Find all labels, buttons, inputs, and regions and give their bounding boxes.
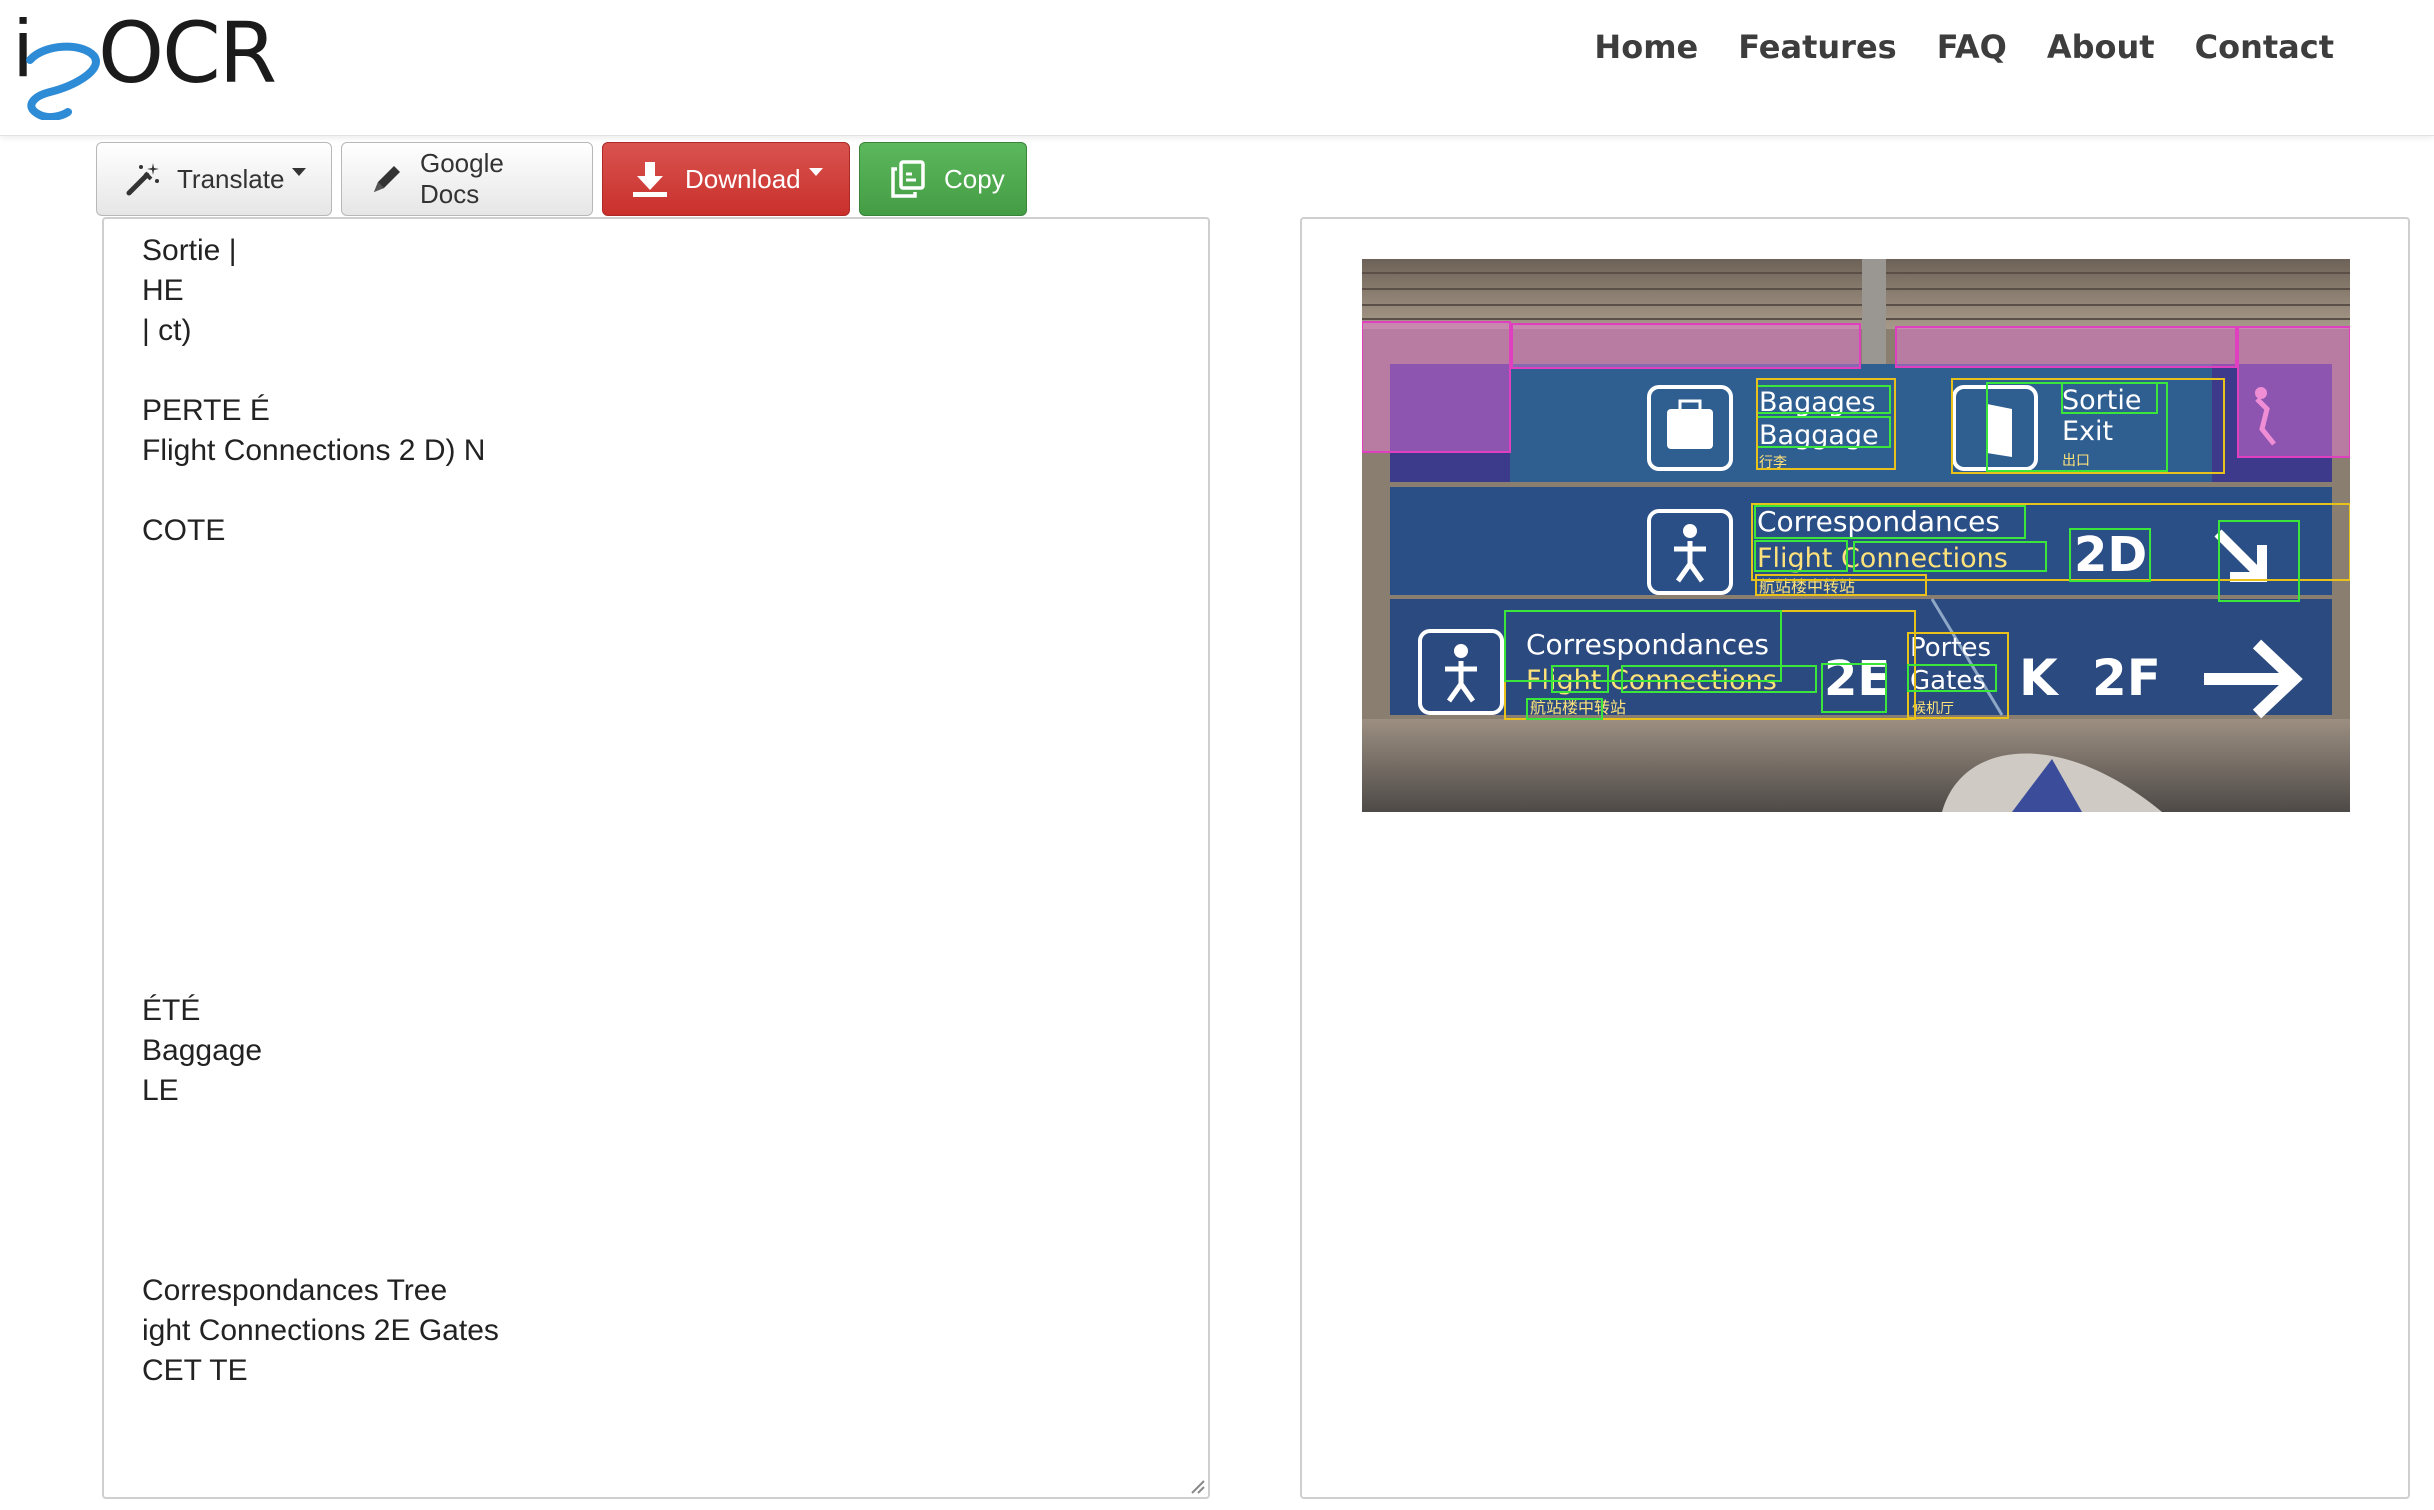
- resize-handle-icon[interactable]: [1188, 1477, 1206, 1495]
- logo-ocr: OCR: [98, 4, 277, 102]
- svg-text:航站楼中转站: 航站楼中转站: [1530, 698, 1626, 717]
- main-nav: Home Features FAQ About Contact: [1594, 28, 2334, 66]
- copy-label: Copy: [944, 163, 1005, 194]
- svg-text:Portes: Portes: [1910, 633, 1991, 663]
- download-label: Download: [685, 163, 801, 194]
- svg-text:出口: 出口: [2062, 453, 2090, 469]
- toolbar: Translate Google Docs Download Copy: [96, 142, 1027, 216]
- svg-text:Correspondances: Correspondances: [1526, 628, 1769, 661]
- copy-icon: [888, 159, 928, 199]
- svg-text:候机厅: 候机厅: [1912, 701, 1954, 717]
- svg-text:Sortie: Sortie: [2062, 385, 2141, 416]
- svg-text:Correspondances: Correspondances: [1757, 505, 2000, 538]
- image-preview-panel: Bagages Baggage 行李 Sortie Exit 出口 Corres…: [1300, 217, 2410, 1499]
- annotated-sign-image: Bagages Baggage 行李 Sortie Exit 出口 Corres…: [1362, 259, 2350, 812]
- nav-contact[interactable]: Contact: [2195, 28, 2334, 66]
- svg-text:Exit: Exit: [2062, 416, 2113, 447]
- translate-button[interactable]: Translate: [96, 142, 332, 216]
- chevron-down-icon: [808, 168, 823, 176]
- ocr-text[interactable]: Sortie | HE | ct) PERTE É Flight Connect…: [104, 219, 1208, 1403]
- logo[interactable]: i OCR: [12, 3, 292, 120]
- pencil-icon: [370, 162, 404, 196]
- svg-text:Flight Connections: Flight Connections: [1757, 543, 2008, 574]
- svg-text:2D: 2D: [2074, 527, 2147, 583]
- ocr-text-area[interactable]: Sortie | HE | ct) PERTE É Flight Connect…: [102, 217, 1210, 1499]
- download-icon: [631, 160, 669, 198]
- google-docs-label: Google Docs: [420, 148, 504, 209]
- floor: [1362, 719, 2350, 812]
- site-header: i OCR Home Features FAQ About Contact: [0, 0, 2434, 136]
- translate-label: Translate: [177, 163, 285, 194]
- magic-wand-icon: [125, 161, 161, 197]
- svg-text:2F: 2F: [2092, 649, 2161, 707]
- nav-about[interactable]: About: [2047, 28, 2155, 66]
- svg-text:K: K: [2019, 649, 2060, 707]
- download-button[interactable]: Download: [602, 142, 850, 216]
- copy-button[interactable]: Copy: [859, 142, 1027, 216]
- chevron-down-icon: [292, 168, 307, 176]
- nav-features[interactable]: Features: [1738, 28, 1896, 66]
- google-docs-button[interactable]: Google Docs: [341, 142, 593, 216]
- support-pillar: [1862, 259, 1886, 369]
- nav-faq[interactable]: FAQ: [1937, 28, 2007, 66]
- nav-home[interactable]: Home: [1594, 28, 1698, 66]
- svg-text:2E: 2E: [1824, 651, 1890, 707]
